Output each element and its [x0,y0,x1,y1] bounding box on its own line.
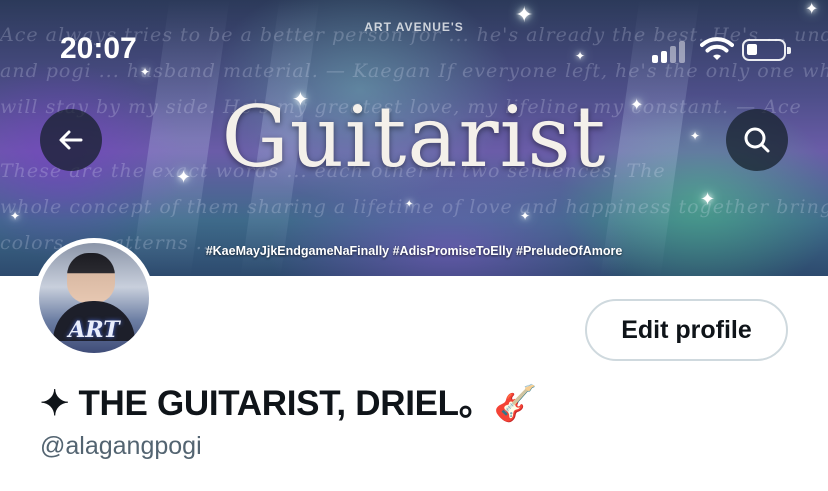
avatar-badge: ART [68,317,120,343]
search-button[interactable] [726,109,788,171]
banner-title: Guitarist [221,88,607,186]
sparkle-icon: ✦ [140,65,151,79]
username-handle: @alagangpogi [40,432,202,460]
sparkle-icon: ✦ [520,209,531,223]
avatar-image: ART [39,243,149,353]
status-time: 20:07 [60,32,137,65]
cellular-signal-icon [652,39,692,63]
search-icon [744,127,770,153]
sparkle-icon: ✦ [405,199,414,210]
avatar-portrait [67,253,115,303]
back-button[interactable] [40,109,102,171]
sparkle-icon: ✦ [700,189,716,209]
sparkle-icon: ✦ [10,209,21,223]
arrow-left-icon [59,130,83,150]
battery-icon [742,39,791,61]
sparkle-icon: ✦ [805,1,819,18]
sparkle-icon: ✦ [575,49,586,63]
avatar[interactable]: ART [34,238,154,358]
edit-profile-button[interactable]: Edit profile [585,299,788,361]
wifi-icon [700,36,734,67]
display-name: ✦ THE GUITARIST, DRIEL。🎸 [40,384,537,423]
